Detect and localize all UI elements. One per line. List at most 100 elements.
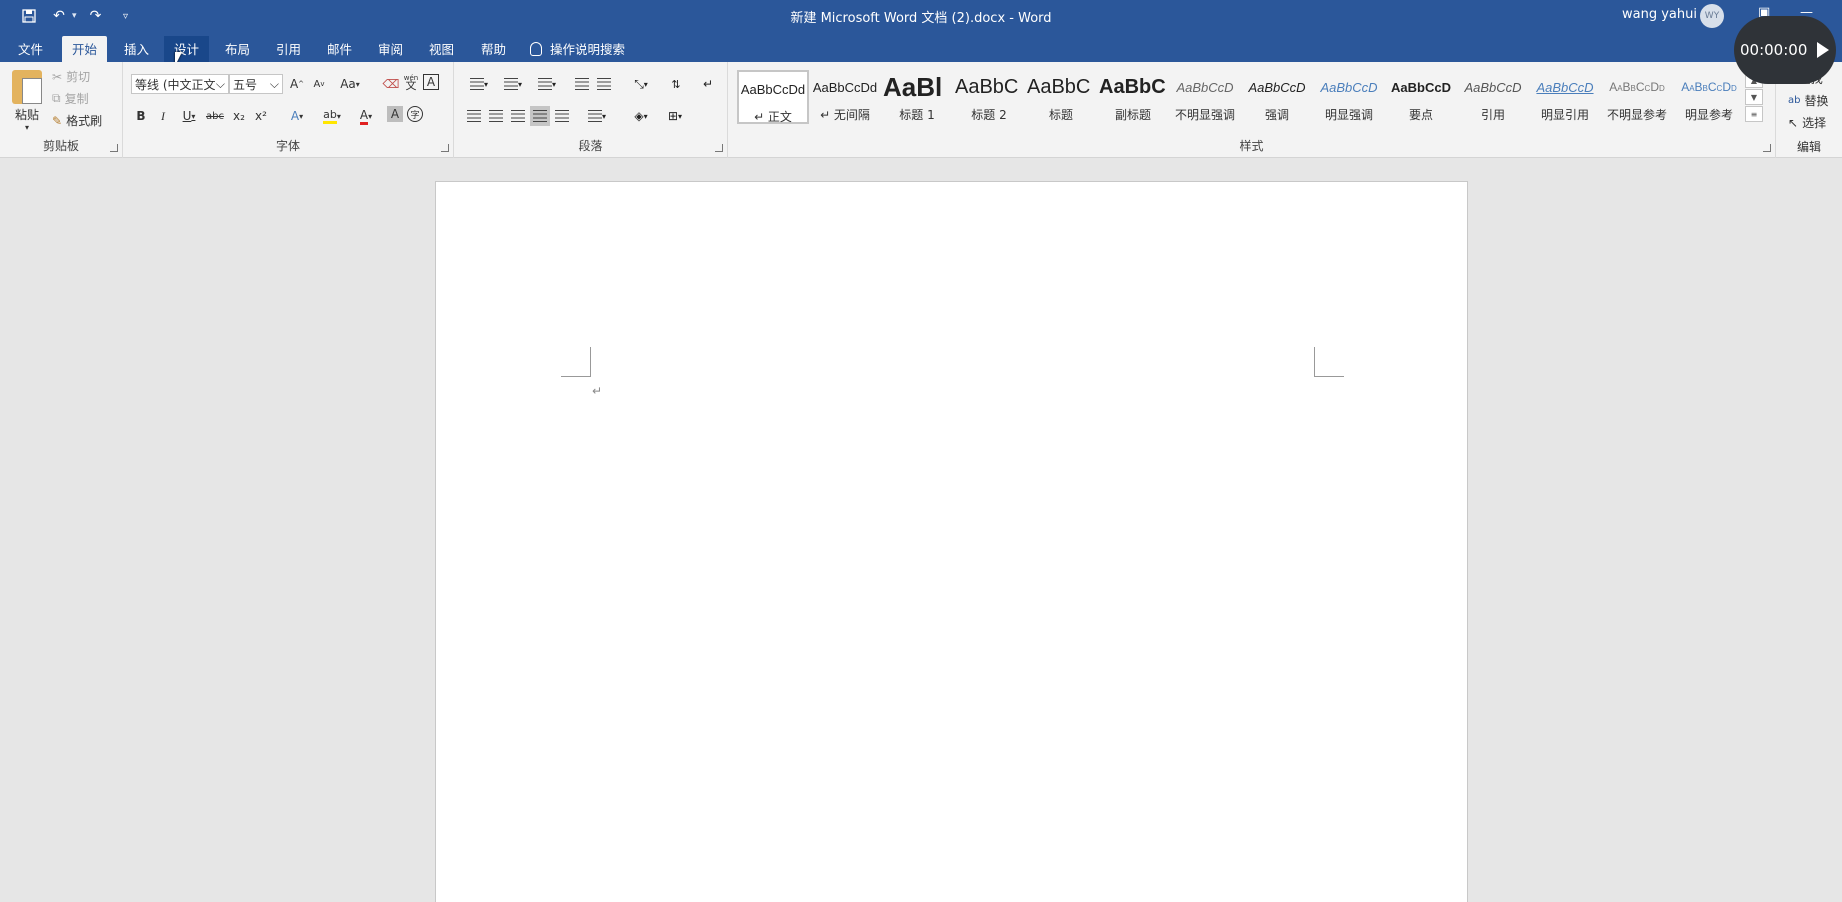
sort-button[interactable]: ⇅ <box>666 74 686 94</box>
styles-group-label: 样式 <box>1239 139 1264 153</box>
styles-dialog-launcher-icon[interactable] <box>1763 144 1771 152</box>
subscript-button[interactable]: x₂ <box>229 106 249 126</box>
title-bar: ↶ ▾ ↷ ▿ 新建 Microsoft Word 文档 (2).docx - … <box>0 0 1842 30</box>
paste-button[interactable]: 粘贴 ▾ <box>12 70 42 132</box>
style-no-spacing[interactable]: AaBbCcDd ↵ 无间隔 <box>809 70 881 124</box>
align-center-button[interactable] <box>486 106 506 126</box>
style-title[interactable]: AaBbC 标题 <box>1025 70 1097 124</box>
style-sample: AaBbCcD <box>1391 79 1451 95</box>
pinyin-guide-button[interactable]: wén 文 <box>401 72 421 92</box>
style-emphasis[interactable]: AaBbCcD 强调 <box>1241 70 1313 124</box>
recording-timer[interactable]: 00:00:00 <box>1734 16 1836 84</box>
grow-font-button[interactable]: A ^ <box>287 74 307 94</box>
highlight-button[interactable]: ab ▾ <box>317 106 347 126</box>
bold-button[interactable]: B <box>131 106 151 126</box>
tab-help[interactable]: 帮助 <box>471 36 516 62</box>
line-spacing-button[interactable]: ▾ <box>582 106 612 126</box>
style-subtle-reference[interactable]: AaBbCcDd 不明显参考 <box>1601 70 1673 124</box>
subscript-icon: x₂ <box>233 109 245 123</box>
user-name[interactable]: wang yahui <box>1622 7 1697 22</box>
tab-mailings[interactable]: 邮件 <box>317 36 362 62</box>
borders-button[interactable]: ⊞ ▾ <box>660 106 690 126</box>
play-icon[interactable] <box>1817 42 1830 58</box>
align-right-button[interactable] <box>508 106 528 126</box>
decrease-indent-icon <box>575 78 589 90</box>
strikethrough-button[interactable]: abc <box>205 106 225 126</box>
tab-review[interactable]: 审阅 <box>368 36 413 62</box>
tab-file[interactable]: 文件 <box>8 36 53 62</box>
style-sample: AaBbCcD <box>1320 79 1378 95</box>
shading-button[interactable]: ◈ ▾ <box>626 106 656 126</box>
tab-layout[interactable]: 布局 <box>215 36 260 62</box>
style-subtitle[interactable]: AaBbC 副标题 <box>1097 70 1169 124</box>
multilevel-list-button[interactable]: ▾ <box>532 74 562 94</box>
paragraph-dialog-launcher-icon[interactable] <box>715 144 723 152</box>
font-name-combo[interactable]: 等线 (中文正文 ⌵ <box>131 74 229 94</box>
numbering-icon <box>503 78 518 90</box>
gallery-scroll-down-icon[interactable]: ▼ <box>1745 89 1763 105</box>
style-sample: AaBbCcDd <box>1609 80 1665 94</box>
avatar[interactable]: WY <box>1700 4 1724 28</box>
style-strong[interactable]: AaBbCcD 要点 <box>1385 70 1457 124</box>
chinese-layout-button[interactable]: ⤡ ▾ <box>626 74 656 94</box>
font-color-button[interactable]: A ▾ <box>351 106 381 126</box>
character-border-button[interactable]: A <box>423 74 439 90</box>
bullets-button[interactable]: ▾ <box>464 74 494 94</box>
style-intense-emphasis[interactable]: AaBbCcD 明显强调 <box>1313 70 1385 124</box>
distributed-button[interactable] <box>552 106 572 126</box>
multilevel-list-icon <box>537 78 552 90</box>
style-sample: AaBbC <box>1027 75 1091 98</box>
decrease-indent-button[interactable] <box>572 74 592 94</box>
document-page[interactable]: ↵ <box>435 181 1468 902</box>
style-intense-reference[interactable]: AaBbCcDd 明显参考 <box>1673 70 1745 124</box>
tab-design[interactable]: 设计 <box>164 36 210 62</box>
select-button[interactable]: ↖ 选择 <box>1788 114 1826 131</box>
bold-icon: B <box>136 109 146 123</box>
tab-view[interactable]: 视图 <box>419 36 464 62</box>
clipboard-dialog-launcher-icon[interactable] <box>110 144 118 152</box>
borders-icon: ⊞ <box>667 109 679 123</box>
tell-me-search[interactable]: 操作说明搜索 <box>530 39 625 58</box>
styles-gallery: AaBbCcDd ↵ 正文 AaBbCcDd ↵ 无间隔 AaBl 标题 1 A… <box>737 70 1740 124</box>
shrink-font-button[interactable]: Av <box>309 74 329 94</box>
style-heading-2[interactable]: AaBbC 标题 2 <box>953 70 1025 124</box>
text-effects-button[interactable]: A ▾ <box>283 106 311 126</box>
increase-indent-button[interactable] <box>594 74 614 94</box>
style-quote[interactable]: AaBbCcD 引用 <box>1457 70 1529 124</box>
chevron-down-icon[interactable]: ⌵ <box>216 77 225 92</box>
tab-home[interactable]: 开始 <box>62 36 108 62</box>
font-size-combo[interactable]: 五号 ⌵ <box>229 74 283 94</box>
clear-formatting-icon[interactable]: ⌫ <box>381 74 401 94</box>
superscript-button[interactable]: x² <box>251 106 271 126</box>
grow-font-icon: A <box>289 77 299 91</box>
font-name-value: 等线 (中文正文 <box>135 77 215 92</box>
style-heading-1[interactable]: AaBl 标题 1 <box>881 70 953 124</box>
character-shading-button[interactable]: A <box>387 106 403 122</box>
enclose-characters-button[interactable]: 字 <box>407 106 423 122</box>
character-border-icon: A <box>426 75 436 89</box>
underline-button[interactable]: U ▾ <box>175 106 203 126</box>
gallery-more-icon[interactable]: ≡ <box>1745 106 1763 122</box>
tab-references[interactable]: 引用 <box>266 36 311 62</box>
numbering-button[interactable]: ▾ <box>498 74 528 94</box>
align-left-button[interactable] <box>464 106 484 126</box>
style-intense-quote[interactable]: AaBbCcD 明显引用 <box>1529 70 1601 124</box>
copy-button[interactable]: ⧉ 复制 <box>52 90 89 107</box>
align-right-icon <box>511 110 525 122</box>
font-dialog-launcher-icon[interactable] <box>441 144 449 152</box>
show-marks-button[interactable]: ↵ <box>698 74 718 94</box>
chevron-down-icon[interactable]: ⌵ <box>270 77 279 92</box>
paste-dropdown-icon[interactable]: ▾ <box>25 123 29 132</box>
format-painter-button[interactable]: ✎ 格式刷 <box>52 112 102 129</box>
replace-button[interactable]: ab 替换 <box>1788 92 1829 109</box>
cut-button[interactable]: ✂ 剪切 <box>52 68 90 85</box>
margin-corner-top-left <box>561 347 591 377</box>
tab-insert[interactable]: 插入 <box>114 36 159 62</box>
justify-button[interactable] <box>530 106 550 126</box>
style-subtle-emphasis[interactable]: AaBbCcD 不明显强调 <box>1169 70 1241 124</box>
timer-value: 00:00:00 <box>1740 41 1808 59</box>
style-normal[interactable]: AaBbCcDd ↵ 正文 <box>737 70 809 124</box>
text-effects-icon: A <box>290 109 300 123</box>
italic-button[interactable]: I <box>153 106 173 126</box>
change-case-button[interactable]: Aa ▾ <box>335 74 365 94</box>
